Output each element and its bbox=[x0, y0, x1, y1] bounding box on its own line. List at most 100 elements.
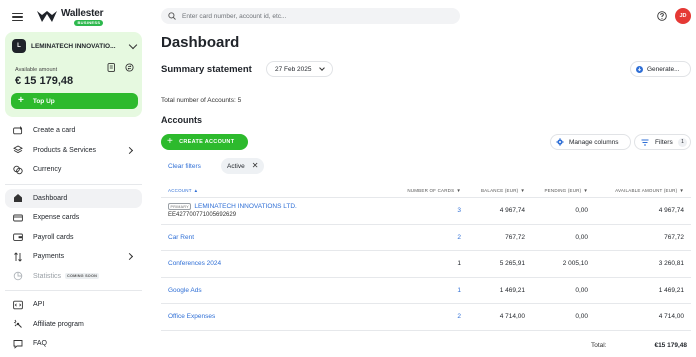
top-up-button[interactable]: + Top Up bbox=[11, 93, 138, 109]
gear-icon bbox=[556, 138, 564, 146]
sidebar-item-create-card[interactable]: Create a card bbox=[5, 121, 142, 141]
manage-columns-button[interactable]: Manage columns bbox=[550, 134, 631, 150]
cards-count-link[interactable]: 1 bbox=[376, 287, 461, 294]
sidebar-item-faq[interactable]: FAQ bbox=[5, 334, 142, 354]
sidebar-item-expense-cards[interactable]: Expense cards bbox=[5, 208, 142, 228]
column-header-pending[interactable]: PENDING (EUR) ▼ bbox=[525, 188, 588, 193]
brand-badge: BUSINESS bbox=[74, 19, 104, 26]
transfer-icon bbox=[14, 252, 22, 262]
table-total-row: Total: €15 179,48 bbox=[161, 338, 691, 352]
account-switcher[interactable]: L LEMINATECH INNOVATIO... bbox=[12, 39, 138, 53]
filters-button[interactable]: Filters 1 bbox=[634, 134, 691, 150]
table-row[interactable]: Office Expenses 2 4 714,00 0,00 4 714,00 bbox=[161, 304, 691, 331]
balance-value: 5 265,91 bbox=[499, 260, 525, 268]
generate-label: Generate... bbox=[647, 65, 680, 73]
account-card: L LEMINATECH INNOVATIO... Available amou… bbox=[5, 32, 142, 117]
hamburger-menu-icon[interactable] bbox=[12, 12, 23, 22]
company-avatar: L bbox=[12, 39, 26, 53]
wallester-logo-icon bbox=[37, 11, 57, 22]
create-account-label: CREATE ACCOUNT bbox=[179, 139, 235, 145]
balance-value: 4 967,74 bbox=[499, 207, 525, 215]
filters-count-badge: 1 bbox=[678, 137, 687, 147]
wallet-icon bbox=[13, 233, 23, 242]
date-select[interactable]: 27 Feb 2025 bbox=[266, 61, 333, 77]
account-name-link[interactable]: Google Ads bbox=[168, 287, 202, 294]
sidebar-item-currency[interactable]: Currency bbox=[5, 160, 142, 180]
chevron-down-icon bbox=[128, 40, 138, 49]
balance-value: 4 714,00 bbox=[499, 313, 525, 321]
create-account-button[interactable]: + CREATE ACCOUNT bbox=[161, 134, 248, 150]
user-avatar[interactable]: JD bbox=[675, 8, 691, 24]
sidebar-item-label: Products & Services bbox=[33, 146, 97, 154]
column-header-available[interactable]: AVAILABLE AMOUNT (EUR) ▼ bbox=[588, 188, 688, 193]
column-header-balance[interactable]: BALANCE (EUR) ▼ bbox=[461, 188, 525, 193]
sort-icon: ▼ bbox=[679, 187, 684, 193]
primary-badge: PRIMARY bbox=[168, 203, 192, 211]
help-icon[interactable] bbox=[657, 11, 667, 21]
exchange-icon[interactable] bbox=[125, 63, 134, 72]
account-name-link[interactable]: Car Rent bbox=[168, 234, 194, 241]
chevron-right-icon bbox=[125, 146, 134, 154]
date-value: 27 Feb 2025 bbox=[275, 65, 312, 73]
total-accounts-text: Total number of Accounts: 5 bbox=[161, 97, 242, 104]
chevron-down-icon bbox=[318, 65, 325, 71]
sidebar-divider bbox=[5, 183, 142, 185]
pending-value: 2 005,10 bbox=[562, 260, 588, 268]
sidebar-item-label: Create a card bbox=[33, 127, 76, 135]
plus-icon: + bbox=[167, 136, 174, 147]
clear-filters-link[interactable]: Clear filters bbox=[168, 163, 201, 170]
column-header-cards[interactable]: NUMBER OF CARDS ▼ bbox=[376, 188, 461, 193]
search-bar[interactable] bbox=[161, 8, 460, 24]
available-value: 1 469,21 bbox=[658, 286, 684, 294]
search-input[interactable] bbox=[182, 12, 442, 20]
table-row[interactable]: Car Rent 2 767,72 0,00 767,72 bbox=[161, 225, 691, 251]
table-row[interactable]: Conferences 2024 1 5 265,91 2 005,10 3 2… bbox=[161, 251, 691, 278]
sidebar-item-label: Currency bbox=[33, 166, 62, 174]
sidebar-item-label: Dashboard bbox=[33, 194, 68, 202]
sidebar-item-label: FAQ bbox=[33, 340, 48, 348]
available-value: 3 260,81 bbox=[658, 260, 684, 268]
sidebar-item-affiliate-program[interactable]: Affiliate program bbox=[5, 315, 142, 335]
credit-card-icon bbox=[13, 214, 23, 222]
column-header-account[interactable]: ACCOUNT ▲ bbox=[161, 188, 376, 193]
account-name-link[interactable]: LEMINATECH INNOVATIONS LTD. bbox=[194, 203, 296, 210]
statement-icon[interactable] bbox=[107, 63, 116, 72]
top-up-label: Top Up bbox=[32, 97, 55, 105]
manage-columns-label: Manage columns bbox=[569, 138, 619, 146]
sidebar-item-products-services[interactable]: Products & Services bbox=[5, 141, 142, 161]
layers-icon bbox=[13, 145, 23, 154]
brand-name: Wallester bbox=[61, 7, 104, 19]
sidebar-item-payments[interactable]: Payments bbox=[5, 247, 142, 267]
sort-asc-icon: ▲ bbox=[193, 187, 199, 193]
sidebar-divider bbox=[5, 290, 142, 291]
cards-count-link[interactable]: 3 bbox=[376, 207, 461, 214]
pending-value: 0,00 bbox=[575, 233, 588, 241]
account-name-link[interactable]: Office Expenses bbox=[168, 313, 215, 320]
sidebar-header: Wallester BUSINESS bbox=[12, 8, 103, 26]
sidebar-item-payroll-cards[interactable]: Payroll cards bbox=[5, 228, 142, 248]
close-icon[interactable]: ✕ bbox=[252, 162, 259, 170]
available-value: 4 714,00 bbox=[658, 313, 684, 321]
account-name-link[interactable]: Conferences 2024 bbox=[168, 260, 221, 267]
filters-label: Filters bbox=[655, 138, 673, 146]
generate-button[interactable]: Generate... bbox=[630, 61, 691, 77]
home-icon bbox=[14, 194, 22, 203]
cards-count-link[interactable]: 1 bbox=[376, 260, 461, 267]
balance-value: 1 469,21 bbox=[499, 286, 525, 294]
table-row[interactable]: Google Ads 1 1 469,21 0,00 1 469,21 bbox=[161, 278, 691, 304]
table-header: ACCOUNT ▲ NUMBER OF CARDS ▼ BALANCE (EUR) ▼… bbox=[161, 183, 691, 198]
available-amount-label: Available amount bbox=[15, 67, 58, 73]
available-value: 767,72 bbox=[664, 233, 684, 241]
sidebar-item-label: Payroll cards bbox=[33, 233, 74, 241]
sidebar-item-label: API bbox=[33, 301, 45, 309]
sidebar-item-api[interactable]: API bbox=[5, 295, 142, 315]
sidebar-item-label: Affiliate program bbox=[33, 320, 84, 328]
cards-count-link[interactable]: 2 bbox=[376, 313, 461, 320]
sidebar-item-dashboard[interactable]: Dashboard bbox=[5, 188, 142, 208]
sidebar-item-statistics: Statistics COMING SOON bbox=[5, 267, 142, 287]
table-row[interactable]: PRIMARY LEMINATECH INNOVATIONS LTD. EE42… bbox=[161, 198, 691, 225]
active-chip-label: Active bbox=[227, 162, 245, 170]
logo[interactable]: Wallester BUSINESS bbox=[37, 7, 104, 26]
cards-count-link[interactable]: 2 bbox=[376, 234, 461, 241]
code-icon bbox=[13, 300, 23, 309]
